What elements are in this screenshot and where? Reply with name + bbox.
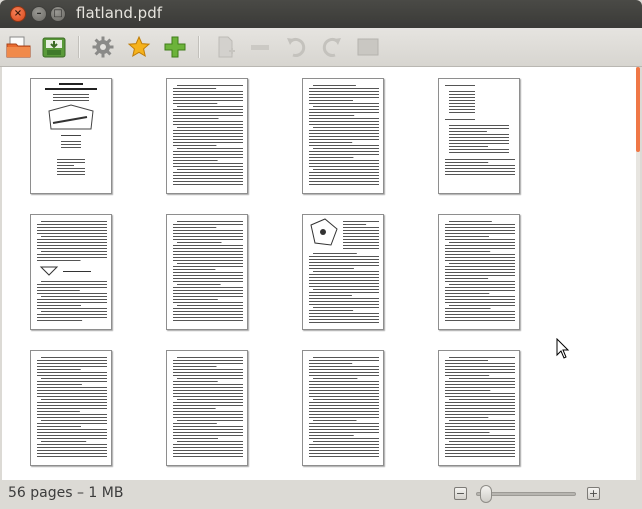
maximize-icon: □ (53, 8, 63, 19)
rotate-right-icon (322, 37, 341, 57)
star-icon (127, 35, 151, 58)
page-thumbnail[interactable] (30, 350, 112, 466)
page-preview (445, 221, 515, 321)
zoom-out-button[interactable]: − (454, 487, 467, 500)
close-button[interactable]: × (10, 6, 26, 22)
page-preview (173, 357, 243, 457)
add-icon (164, 36, 186, 58)
page-thumbnail[interactable] (166, 350, 248, 466)
statusbar: 56 pages – 1 MB − + (0, 480, 642, 509)
page-preview (37, 221, 107, 321)
page-thumbnail[interactable] (302, 78, 384, 194)
minimize-icon: – (36, 8, 42, 19)
toolbar-separator (78, 36, 80, 58)
properties-button[interactable] (89, 33, 117, 61)
remove-page-button[interactable] (246, 33, 274, 61)
titlebar: × – □ flatland.pdf (0, 0, 642, 28)
page-thumbnail[interactable] (30, 78, 112, 194)
maximize-button[interactable]: □ (50, 6, 66, 22)
page-preview (445, 85, 515, 175)
zoom-in-icon: + (588, 487, 599, 500)
page-preview (309, 218, 379, 323)
document-summary: 56 pages – 1 MB (8, 485, 124, 501)
crop-button[interactable] (354, 33, 382, 61)
toolbar-separator (198, 36, 200, 58)
page-thumbnail[interactable] (438, 78, 520, 194)
window-title: flatland.pdf (76, 4, 163, 22)
open-button[interactable] (5, 33, 33, 61)
add-button[interactable] (161, 33, 189, 61)
scrollbar-thumb[interactable] (636, 67, 640, 152)
mouse-cursor-icon (556, 338, 570, 359)
zoom-out-icon: − (455, 487, 466, 500)
page-thumbnail[interactable] (438, 350, 520, 466)
page-thumbnail[interactable] (302, 214, 384, 330)
page-thumbnail[interactable] (30, 214, 112, 330)
save-icon (42, 37, 66, 58)
rotate-left-button[interactable] (282, 33, 310, 61)
rotate-left-icon (287, 37, 306, 57)
toolbar (0, 28, 642, 67)
page-preview (445, 357, 515, 457)
page-thumbnail-grid[interactable] (2, 67, 636, 480)
favorite-button[interactable] (125, 33, 153, 61)
zoom-in-button[interactable]: + (587, 487, 600, 500)
page-preview (309, 85, 379, 185)
page-preview (173, 85, 243, 185)
page-preview (45, 83, 97, 175)
close-icon: × (13, 8, 23, 19)
new-page-icon (218, 36, 235, 58)
page-thumbnail[interactable] (166, 78, 248, 194)
page-preview (173, 221, 243, 321)
save-button[interactable] (40, 33, 68, 61)
open-icon (6, 36, 31, 58)
page-thumbnail[interactable] (302, 350, 384, 466)
zoom-slider-handle[interactable] (480, 485, 492, 503)
page-thumbnail[interactable] (166, 214, 248, 330)
page-preview (37, 357, 107, 457)
crop-icon (357, 38, 379, 56)
page-thumbnail[interactable] (438, 214, 520, 330)
rotate-right-button[interactable] (318, 33, 346, 61)
gear-icon (92, 36, 114, 58)
minimize-button[interactable]: – (31, 6, 47, 22)
page-preview (309, 357, 379, 457)
insert-page-button[interactable] (211, 33, 239, 61)
remove-icon (251, 45, 269, 50)
